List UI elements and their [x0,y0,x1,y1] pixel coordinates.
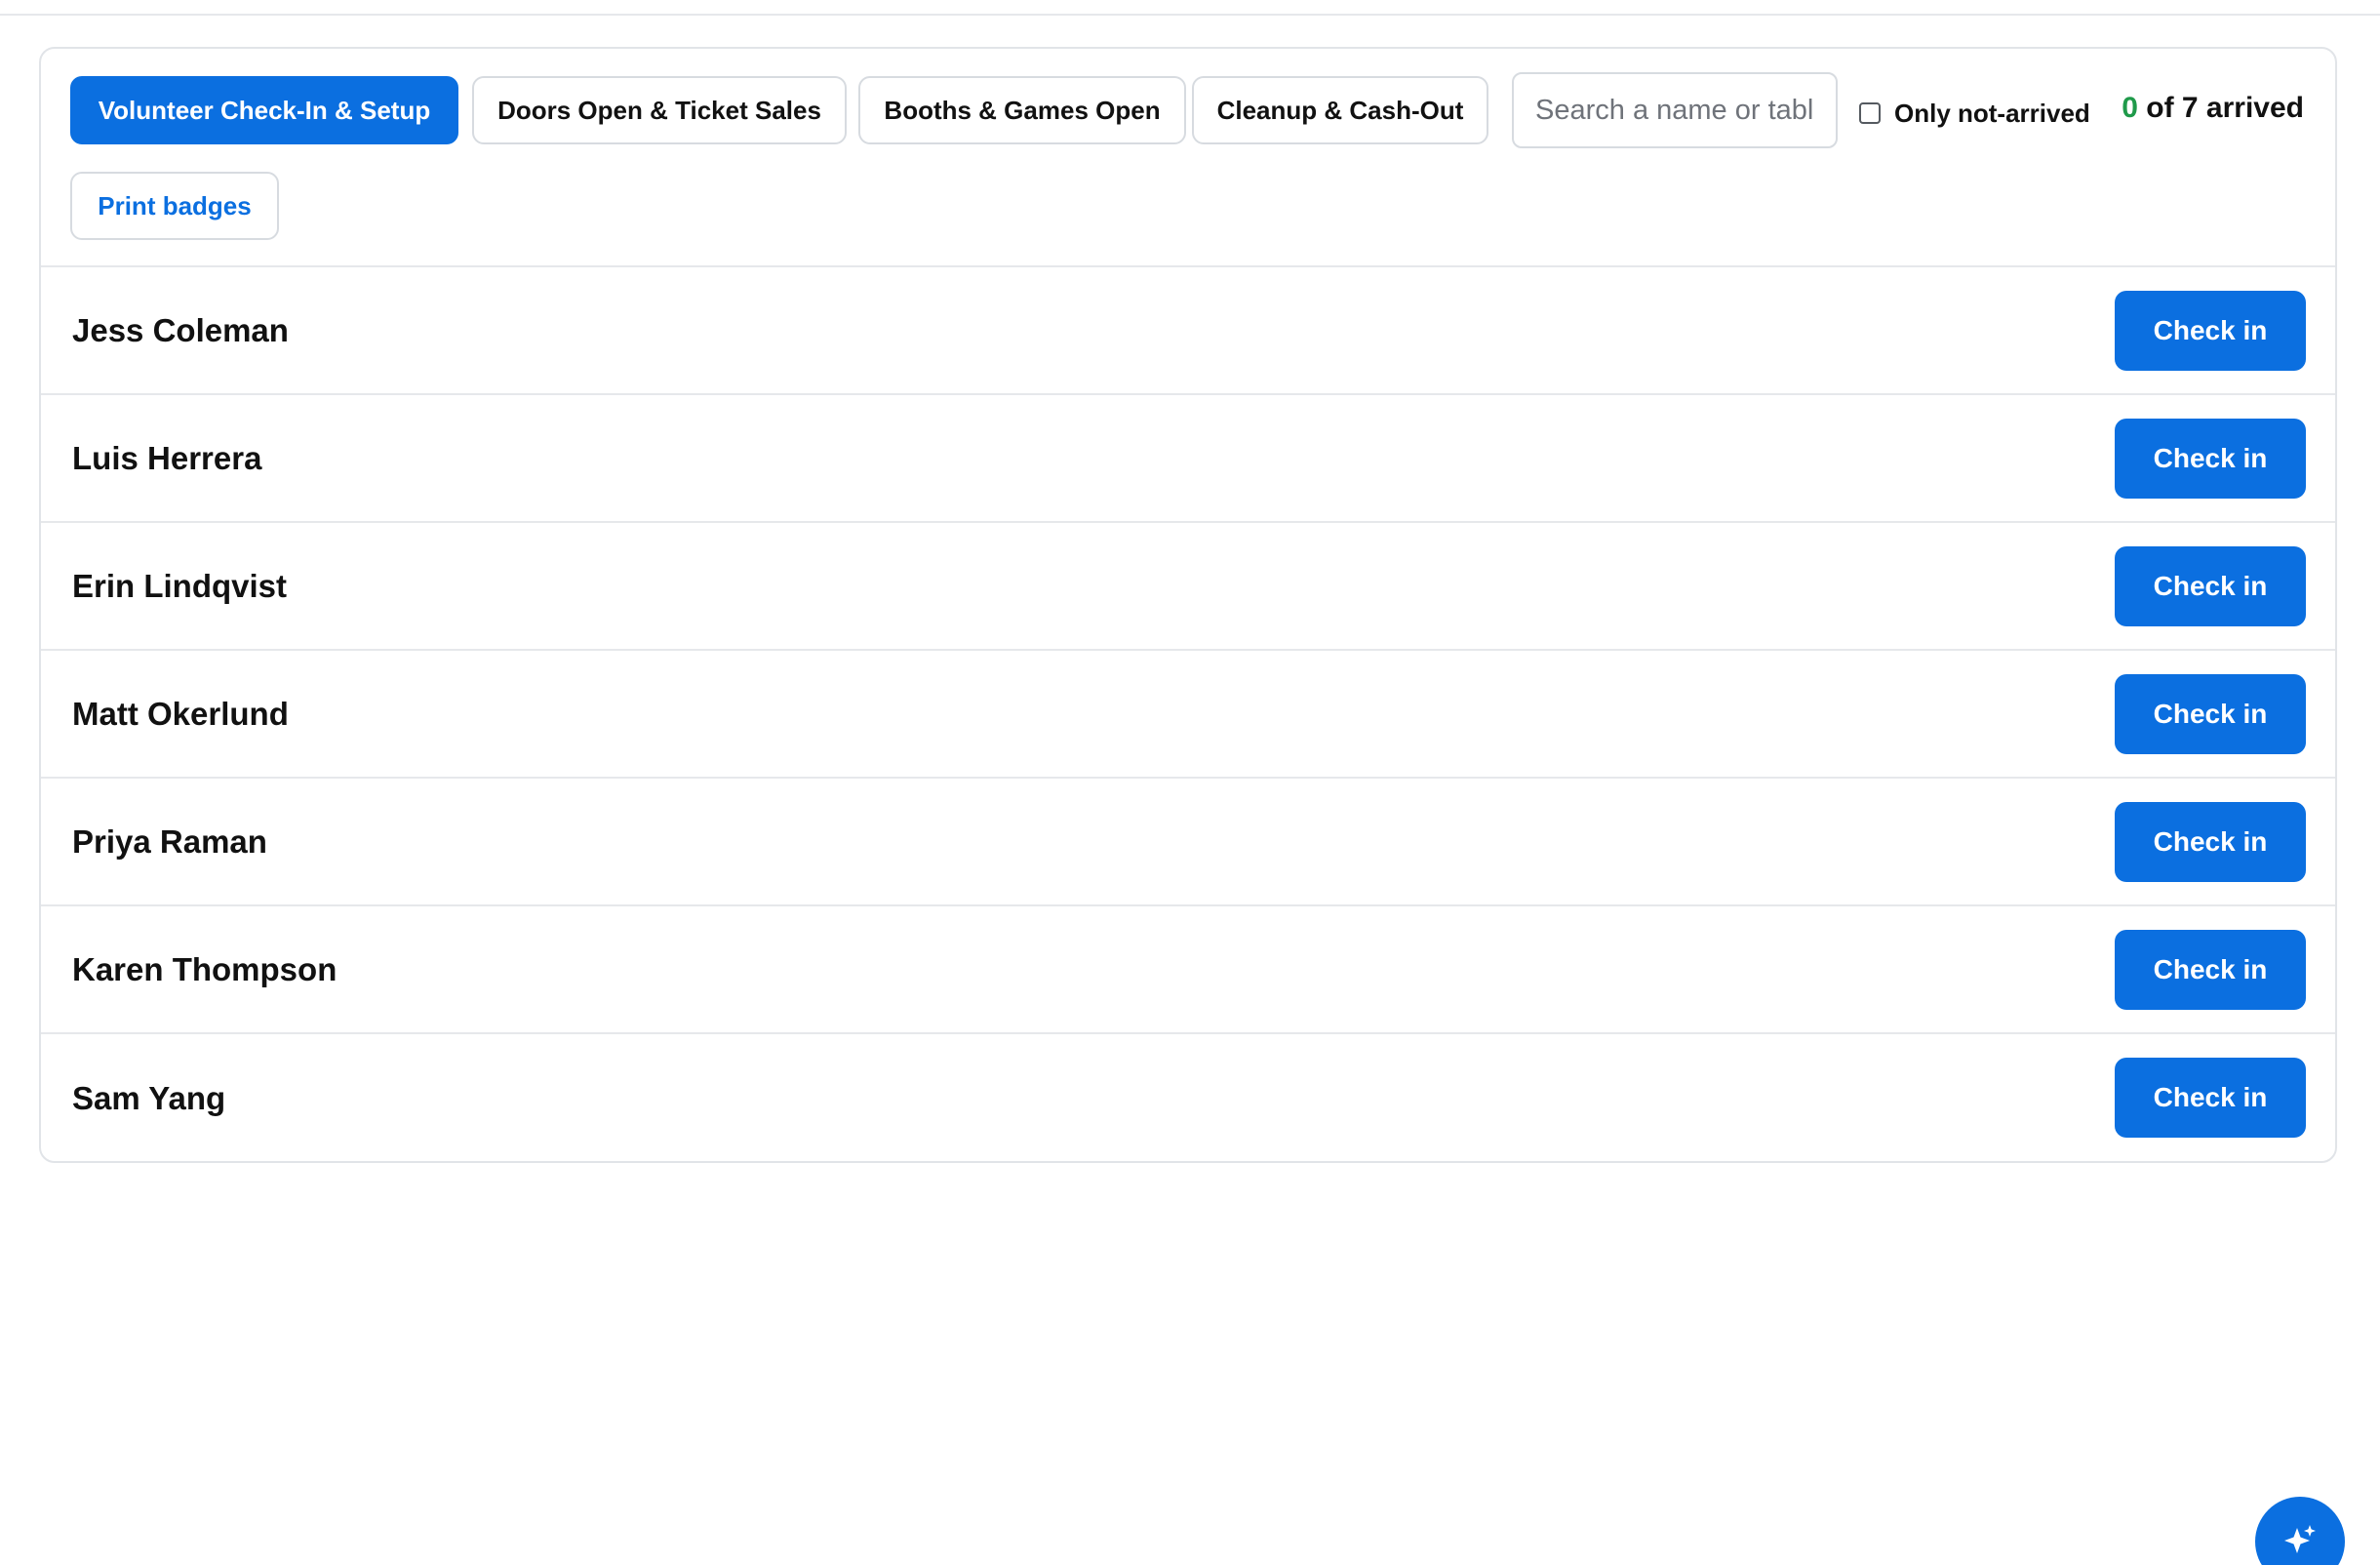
volunteer-row: Erin Lindqvist Check in [41,523,2335,651]
tab-volunteer-check-in-setup[interactable]: Volunteer Check-In & Setup [70,76,458,144]
volunteer-list: Jess Coleman Check in Luis Herrera Check… [41,267,2335,1161]
arrived-summary: 0 of 7 arrived [2122,92,2304,125]
tab-booths-games-open[interactable]: Booths & Games Open [858,76,1186,144]
page: Volunteer Check-In & Setup Doors Open & … [0,0,2380,1565]
assistant-fab-button[interactable] [2255,1497,2345,1565]
print-badges-button[interactable]: Print badges [70,172,279,240]
arrived-count: 0 [2122,92,2138,124]
only-not-arrived-filter[interactable]: Only not-arrived [1859,96,2090,131]
volunteer-row: Matt Okerlund Check in [41,651,2335,779]
check-in-button[interactable]: Check in [2115,802,2306,882]
tab-cleanup-cash-out[interactable]: Cleanup & Cash-Out [1192,76,1488,144]
volunteer-name: Jess Coleman [72,311,289,348]
checkin-card: Volunteer Check-In & Setup Doors Open & … [39,47,2337,1163]
volunteer-row: Luis Herrera Check in [41,395,2335,523]
check-in-button[interactable]: Check in [2115,674,2306,754]
check-in-button[interactable]: Check in [2115,930,2306,1010]
sparkle-icon [2284,1525,2316,1553]
volunteer-row: Sam Yang Check in [41,1034,2335,1161]
volunteer-name: Erin Lindqvist [72,567,288,604]
check-in-button[interactable]: Check in [2115,546,2306,626]
volunteer-row: Priya Raman Check in [41,779,2335,906]
volunteer-name: Luis Herrera [72,439,262,476]
volunteer-name: Sam Yang [72,1079,226,1116]
only-not-arrived-checkbox[interactable] [1859,102,1881,124]
top-divider [0,14,2380,16]
tab-doors-open-ticket-sales[interactable]: Doors Open & Ticket Sales [472,76,847,144]
volunteer-name: Matt Okerlund [72,695,289,732]
check-in-button[interactable]: Check in [2115,1058,2306,1138]
volunteer-row: Karen Thompson Check in [41,906,2335,1034]
arrived-total-text: of 7 arrived [2137,92,2304,124]
check-in-button[interactable]: Check in [2115,291,2306,371]
toolbar: Volunteer Check-In & Setup Doors Open & … [41,49,2335,267]
volunteer-row: Jess Coleman Check in [41,267,2335,395]
volunteer-name: Karen Thompson [72,950,337,987]
volunteer-name: Priya Raman [72,823,267,860]
only-not-arrived-label: Only not-arrived [1894,98,2090,128]
check-in-button[interactable]: Check in [2115,419,2306,499]
search-input[interactable] [1512,72,1838,148]
